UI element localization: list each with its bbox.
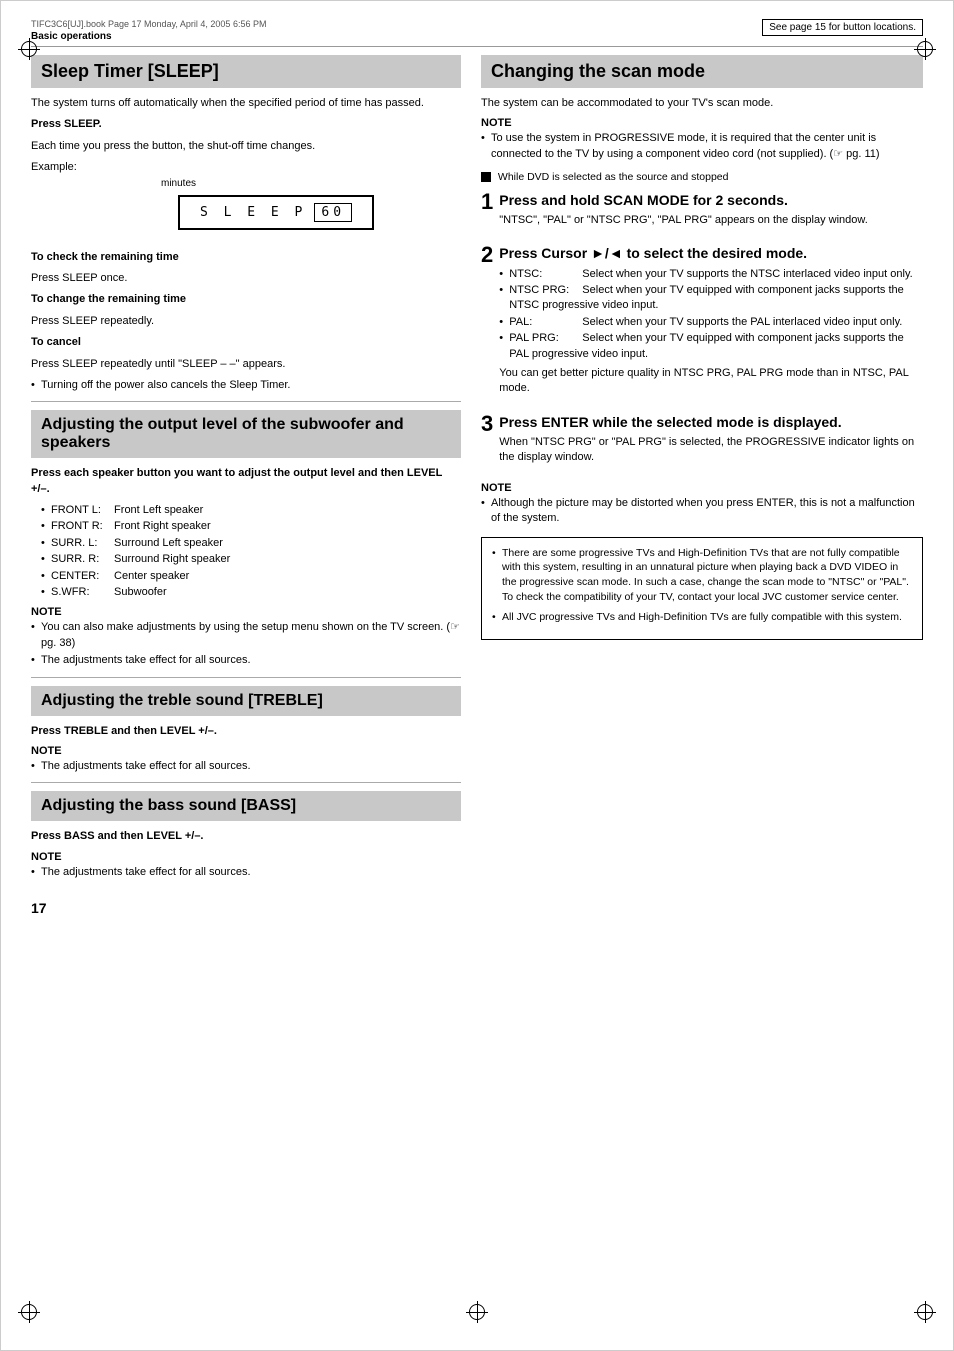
- subwoofer-heading: Adjusting the output level of the subwoo…: [41, 416, 451, 452]
- sleep-timer-header: Sleep Timer [SLEEP]: [31, 55, 461, 88]
- speaker-item: CENTER: Center speaker: [41, 569, 461, 584]
- sleep-display: S L E E P 60: [178, 195, 374, 230]
- main-content: Sleep Timer [SLEEP] The system turns off…: [31, 55, 923, 916]
- scan-box-note: There are some progressive TVs and High-…: [481, 537, 923, 640]
- right-column: Changing the scan mode The system can be…: [481, 55, 923, 916]
- step3-block: 3 Press ENTER while the selected mode is…: [481, 413, 923, 472]
- left-column: Sleep Timer [SLEEP] The system turns off…: [31, 55, 461, 916]
- speaker-list: FRONT L: Front Left speakerFRONT R: Fron…: [31, 503, 461, 600]
- bass-note-item: The adjustments take effect for all sour…: [31, 865, 461, 880]
- scan-note2-text: Although the picture may be distorted wh…: [481, 496, 923, 527]
- sleep-timer-heading: Sleep Timer [SLEEP]: [41, 61, 451, 82]
- treble-heading: Adjusting the treble sound [TREBLE]: [41, 692, 451, 710]
- scan-mode-header: Changing the scan mode: [481, 55, 923, 88]
- sleep-display-text: S L E E P: [200, 205, 306, 220]
- subwoofer-note-item: You can also make adjustments by using t…: [31, 620, 461, 651]
- sleep-display-value: 60: [314, 203, 352, 222]
- treble-note: NOTE The adjustments take effect for all…: [31, 745, 461, 774]
- cancel-heading: To cancel: [31, 336, 81, 348]
- scan-note2-section: NOTE Although the picture may be distort…: [481, 482, 923, 527]
- subwoofer-note-title: NOTE: [31, 606, 461, 618]
- bass-note: NOTE The adjustments take effect for all…: [31, 851, 461, 880]
- bass-press-desc: Press BASS and then LEVEL +/–.: [31, 829, 461, 844]
- top-bar: TIFC3C6[UJ].book Page 17 Monday, April 4…: [31, 19, 923, 47]
- corner-mark-br: [917, 1304, 933, 1320]
- bass-note-title: NOTE: [31, 851, 461, 863]
- cancel-desc1: Press SLEEP repeatedly until "SLEEP – –"…: [31, 357, 461, 372]
- corner-mark-bl: [21, 1304, 37, 1320]
- page-number: 17: [31, 900, 461, 916]
- file-info: TIFC3C6[UJ].book Page 17 Monday, April 4…: [31, 19, 266, 29]
- step2-content: Press Cursor ►/◄ to select the desired m…: [499, 244, 923, 402]
- subwoofer-note-item: The adjustments take effect for all sour…: [31, 653, 461, 668]
- step2-mode-item: PAL: Select when your TV supports the PA…: [499, 315, 923, 330]
- step2-number: 2: [481, 244, 493, 266]
- step2-mode-item: NTSC: Select when your TV supports the N…: [499, 267, 923, 282]
- box-note-item: All JVC progressive TVs and High-Definit…: [492, 610, 912, 625]
- treble-note-item: The adjustments take effect for all sour…: [31, 759, 461, 774]
- scan-mode-intro: The system can be accommodated to your T…: [481, 96, 923, 111]
- sleep-press-desc: Each time you press the button, the shut…: [31, 139, 461, 154]
- step1-heading: Press and hold SCAN MODE for 2 seconds.: [499, 191, 923, 209]
- corner-mark-bottom-center: [469, 1304, 485, 1320]
- step1-block: 1 Press and hold SCAN MODE for 2 seconds…: [481, 191, 923, 235]
- treble-note-title: NOTE: [31, 745, 461, 757]
- while-dvd: While DVD is selected as the source and …: [481, 170, 923, 185]
- step2-block: 2 Press Cursor ►/◄ to select the desired…: [481, 244, 923, 402]
- sleep-timer-intro: The system turns off automatically when …: [31, 96, 461, 111]
- sleep-press-heading: Press SLEEP.: [31, 117, 461, 132]
- step3-number: 3: [481, 413, 493, 435]
- subwoofer-press-desc: Press each speaker button you want to ad…: [31, 466, 461, 497]
- step3-heading: Press ENTER while the selected mode is d…: [499, 413, 923, 431]
- corner-mark-tl: [21, 41, 37, 57]
- speaker-item: FRONT R: Front Right speaker: [41, 519, 461, 534]
- check-time-heading: To check the remaining time: [31, 251, 179, 263]
- step2-quality-note: You can get better picture quality in NT…: [499, 366, 923, 397]
- speaker-item: S.WFR: Subwoofer: [41, 585, 461, 600]
- subwoofer-header: Adjusting the output level of the subwoo…: [31, 410, 461, 458]
- step2-mode-item: NTSC PRG: Select when your TV equipped w…: [499, 283, 923, 314]
- scan-note1-text: To use the system in PROGRESSIVE mode, i…: [481, 131, 923, 162]
- section-label: Basic operations: [31, 31, 266, 42]
- scan-note1-title: NOTE: [481, 117, 923, 129]
- subwoofer-note: NOTE You can also make adjustments by us…: [31, 606, 461, 668]
- scan-mode-note1: NOTE To use the system in PROGRESSIVE mo…: [481, 117, 923, 162]
- step1-content: Press and hold SCAN MODE for 2 seconds. …: [499, 191, 923, 235]
- speaker-item: SURR. R: Surround Right speaker: [41, 552, 461, 567]
- cancel-desc2: • Turning off the power also cancels the…: [31, 378, 461, 393]
- step2-mode-item: PAL PRG: Select when your TV equipped wi…: [499, 331, 923, 362]
- treble-header: Adjusting the treble sound [TREBLE]: [31, 686, 461, 716]
- step2-heading: Press Cursor ►/◄ to select the desired m…: [499, 244, 923, 262]
- speaker-item: SURR. L: Surround Left speaker: [41, 536, 461, 551]
- see-page-box: See page 15 for button locations.: [762, 19, 923, 36]
- scan-note2-title: NOTE: [481, 482, 923, 494]
- step1-number: 1: [481, 191, 493, 213]
- bass-header: Adjusting the bass sound [BASS]: [31, 791, 461, 821]
- page-outer: TIFC3C6[UJ].book Page 17 Monday, April 4…: [0, 0, 954, 1351]
- sleep-example-label: Example:: [31, 160, 461, 175]
- sleep-display-wrapper: S L E E P 60: [31, 191, 461, 240]
- bass-heading: Adjusting the bass sound [BASS]: [41, 797, 451, 815]
- box-note-item: There are some progressive TVs and High-…: [492, 546, 912, 605]
- change-time-heading: To change the remaining time: [31, 293, 186, 305]
- change-time-desc: Press SLEEP repeatedly.: [31, 314, 461, 329]
- step1-desc: "NTSC", "PAL" or "NTSC PRG", "PAL PRG" a…: [499, 213, 923, 228]
- speaker-item: FRONT L: Front Left speaker: [41, 503, 461, 518]
- treble-press-desc: Press TREBLE and then LEVEL +/–.: [31, 724, 461, 739]
- step3-desc: When "NTSC PRG" or "PAL PRG" is selected…: [499, 435, 923, 466]
- check-time-desc: Press SLEEP once.: [31, 271, 461, 286]
- corner-mark-tr: [917, 41, 933, 57]
- step3-content: Press ENTER while the selected mode is d…: [499, 413, 923, 472]
- sleep-minutes-label: minutes: [161, 178, 461, 189]
- scan-mode-heading: Changing the scan mode: [491, 61, 913, 82]
